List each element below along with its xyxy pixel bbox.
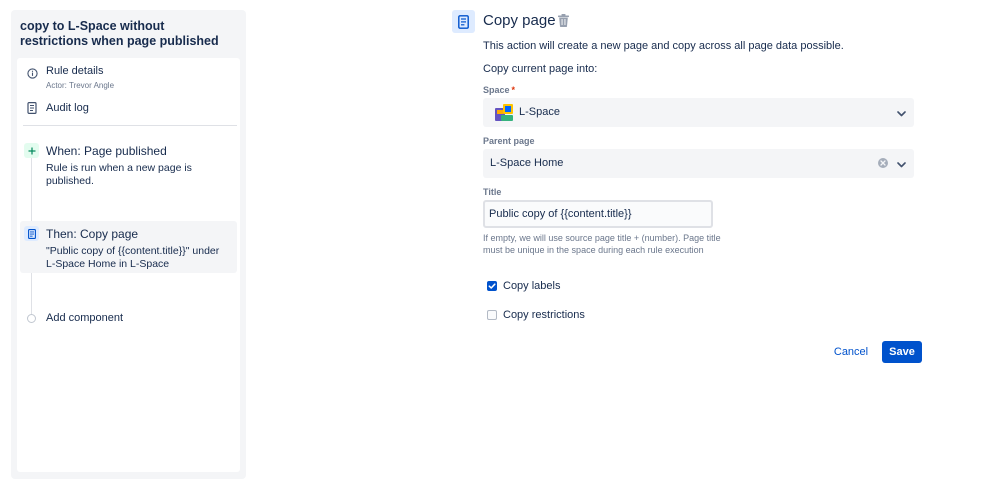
copy-page-icon <box>452 10 475 33</box>
action-heading: Then: Copy page <box>46 227 139 241</box>
form-description: This action will create a new page and c… <box>483 40 844 52</box>
rule-actor: Actor: Trevor Angle <box>46 81 115 90</box>
copy-restrictions-label: Copy restrictions <box>503 309 585 321</box>
add-component-label: Add component <box>46 312 124 324</box>
copy-page-form: Copy page This action will create a new … <box>452 10 932 370</box>
trigger-description: Rule is run when a new page is published… <box>46 162 192 187</box>
rule-sidebar: copy to L-Space without restrictions whe… <box>11 10 246 479</box>
rule-details-label: Rule details <box>46 65 104 77</box>
title-field-label: Title <box>483 187 502 197</box>
copy-restrictions-checkbox[interactable] <box>487 310 497 320</box>
parent-page-value: L-Space Home <box>490 157 564 169</box>
trigger-step[interactable]: When: Page published Rule is run when a … <box>20 138 237 192</box>
copy-labels-checkbox[interactable] <box>487 281 497 291</box>
title-input[interactable] <box>483 200 713 228</box>
audit-log-label: Audit log <box>46 102 89 114</box>
add-component-dot-icon <box>27 314 36 323</box>
copy-labels-label: Copy labels <box>503 280 561 292</box>
cancel-button[interactable]: Cancel <box>830 342 872 362</box>
audit-log-item[interactable]: Audit log <box>17 101 240 117</box>
chevron-down-icon[interactable] <box>897 159 906 171</box>
required-marker: * <box>511 85 516 95</box>
parent-page-label: Parent page <box>483 136 535 146</box>
copy-into-label: Copy current page into: <box>483 63 598 75</box>
form-title: Copy page <box>483 12 556 29</box>
trash-icon[interactable] <box>558 14 569 30</box>
space-avatar-icon <box>495 104 513 121</box>
trigger-heading: When: Page published <box>46 144 167 158</box>
page-icon <box>24 226 39 241</box>
save-button[interactable]: Save <box>882 341 922 363</box>
action-description: "Public copy of {{content.title}}" under… <box>46 245 220 270</box>
action-step[interactable]: Then: Copy page "Public copy of {{conten… <box>20 221 237 273</box>
plus-icon <box>24 143 39 158</box>
space-select[interactable]: L-Space <box>483 98 914 127</box>
add-component-button[interactable]: Add component <box>17 312 240 328</box>
document-icon <box>27 102 37 117</box>
rule-details-item[interactable]: Rule details Actor: Trevor Angle <box>17 64 240 92</box>
title-helper-text: If empty, we will use source page title … <box>483 233 721 255</box>
info-icon <box>27 68 38 82</box>
chevron-down-icon[interactable] <box>897 108 906 120</box>
space-select-value: L-Space <box>519 106 560 118</box>
rule-card: Rule details Actor: Trevor Angle Audit l… <box>17 58 240 472</box>
space-field-label: Space * <box>483 85 516 95</box>
clear-icon[interactable] <box>878 158 888 168</box>
rule-title: copy to L-Space without restrictions whe… <box>20 19 219 48</box>
parent-page-select[interactable]: L-Space Home <box>483 149 914 178</box>
divider <box>23 125 237 126</box>
